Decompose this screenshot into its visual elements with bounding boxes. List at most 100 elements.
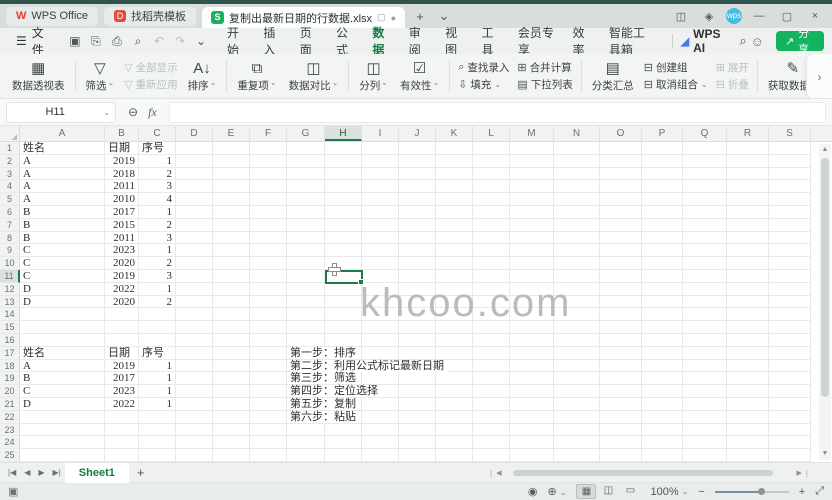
cell-E3[interactable] xyxy=(213,167,250,181)
cell-L16[interactable] xyxy=(473,333,510,347)
cell-G2[interactable] xyxy=(287,154,325,168)
cell-N24[interactable] xyxy=(554,436,600,450)
cell-N17[interactable] xyxy=(554,346,600,360)
cell-L24[interactable] xyxy=(473,436,510,450)
cell-K23[interactable] xyxy=(436,423,473,437)
cell-A20[interactable]: C xyxy=(20,385,105,398)
cell-E8[interactable] xyxy=(213,231,250,245)
cell-F4[interactable] xyxy=(250,180,287,194)
cell-K6[interactable] xyxy=(436,205,473,219)
cell-S13[interactable] xyxy=(769,295,811,309)
cell-S15[interactable] xyxy=(769,321,811,334)
toolbar-重复项[interactable]: ⧉ 重复项 ⌄ xyxy=(232,56,281,96)
cell-Q15[interactable] xyxy=(683,321,727,334)
cell-M3[interactable] xyxy=(510,167,554,181)
column-header-Q[interactable]: Q xyxy=(683,126,727,141)
minimize-button[interactable]: — xyxy=(748,10,770,22)
cell-F10[interactable] xyxy=(250,257,287,270)
toolbar-筛选[interactable]: ▽ 筛选 ⌄ xyxy=(81,56,120,96)
toolbar-查找录入[interactable]: ⌕ 查找录入 xyxy=(455,60,512,75)
cell-F1[interactable] xyxy=(250,142,287,155)
cell-L21[interactable] xyxy=(473,397,510,411)
sheet-tab-sheet1[interactable]: Sheet1 xyxy=(64,462,129,483)
cell-Q19[interactable] xyxy=(683,372,727,386)
row-header-15[interactable]: 15 xyxy=(0,321,20,334)
cell-K21[interactable] xyxy=(436,397,473,411)
cell-P13[interactable] xyxy=(642,295,683,309)
cell-S3[interactable] xyxy=(769,167,811,181)
cell-J8[interactable] xyxy=(399,231,436,245)
column-header-M[interactable]: M xyxy=(510,126,554,141)
cell-J4[interactable] xyxy=(399,180,436,194)
cell-S16[interactable] xyxy=(769,333,811,347)
cell-A22[interactable] xyxy=(20,410,105,424)
column-header-F[interactable]: F xyxy=(250,126,287,141)
cell-E5[interactable] xyxy=(213,193,250,206)
cell-G1[interactable] xyxy=(287,142,325,155)
cell-J22[interactable] xyxy=(399,410,436,424)
cell-O19[interactable] xyxy=(600,372,642,386)
cell-F19[interactable] xyxy=(250,372,287,386)
cell-B11[interactable]: 2019 xyxy=(105,269,139,283)
cell-R1[interactable] xyxy=(727,142,769,155)
cell-M2[interactable] xyxy=(510,154,554,168)
cell-D2[interactable] xyxy=(176,154,213,168)
cell-K16[interactable] xyxy=(436,333,473,347)
cell-N18[interactable] xyxy=(554,359,600,373)
cell-L17[interactable] xyxy=(473,346,510,360)
cell-D5[interactable] xyxy=(176,193,213,206)
vertical-scrollbar[interactable]: ▲ ▼ xyxy=(819,144,831,460)
select-all-corner[interactable] xyxy=(0,126,20,141)
cell-J24[interactable] xyxy=(399,436,436,450)
cell-C14[interactable] xyxy=(139,308,176,322)
cell-R19[interactable] xyxy=(727,372,769,386)
cell-O9[interactable] xyxy=(600,244,642,258)
cell-N22[interactable] xyxy=(554,410,600,424)
cell-E19[interactable] xyxy=(213,372,250,386)
cell-Q1[interactable] xyxy=(683,142,727,155)
cell-B18[interactable]: 2019 xyxy=(105,359,139,373)
scroll-right-icon[interactable]: ▶ xyxy=(797,469,802,477)
cell-B19[interactable]: 2017 xyxy=(105,372,139,386)
cell-R20[interactable] xyxy=(727,385,769,398)
vscroll-thumb[interactable] xyxy=(821,158,829,398)
cell-J2[interactable] xyxy=(399,154,436,168)
cell-S14[interactable] xyxy=(769,308,811,322)
cell-J17[interactable] xyxy=(399,346,436,360)
cell-D25[interactable] xyxy=(176,449,213,462)
zoom-level-control[interactable]: 100% ⌄ xyxy=(650,486,688,498)
cell-M8[interactable] xyxy=(510,231,554,245)
cell-S22[interactable] xyxy=(769,410,811,424)
qat-caret-icon[interactable]: ⌄ xyxy=(192,34,210,49)
hscroll-track[interactable] xyxy=(505,469,792,477)
cell-H25[interactable] xyxy=(325,449,362,462)
cell-G17[interactable]: 第一步：排序 xyxy=(287,346,360,360)
cell-S11[interactable] xyxy=(769,269,811,283)
cell-L3[interactable] xyxy=(473,167,510,181)
first-sheet-icon[interactable]: |◀ xyxy=(4,468,20,477)
cell-R23[interactable] xyxy=(727,423,769,437)
cell-A5[interactable]: A xyxy=(20,193,105,206)
cell-C10[interactable]: 2 xyxy=(139,257,176,270)
cell-I9[interactable] xyxy=(362,244,399,258)
cell-S4[interactable] xyxy=(769,180,811,194)
cell-B20[interactable]: 2023 xyxy=(105,385,139,398)
cell-Q9[interactable] xyxy=(683,244,727,258)
cell-I16[interactable] xyxy=(362,333,399,347)
page-view-button[interactable]: ▭ xyxy=(620,484,640,499)
cell-O7[interactable] xyxy=(600,218,642,232)
cell-N1[interactable] xyxy=(554,142,600,155)
cell-I21[interactable] xyxy=(362,397,399,411)
column-header-L[interactable]: L xyxy=(473,126,510,141)
cell-C24[interactable] xyxy=(139,436,176,450)
cell-A14[interactable] xyxy=(20,308,105,322)
toolbar-取消组合[interactable]: ⊟ 取消组合 ⌄ xyxy=(641,77,711,92)
cell-G13[interactable] xyxy=(287,295,325,309)
scroll-up-icon[interactable]: ▲ xyxy=(822,144,829,156)
last-sheet-icon[interactable]: ▶| xyxy=(49,468,65,477)
cell-J9[interactable] xyxy=(399,244,436,258)
cell-R9[interactable] xyxy=(727,244,769,258)
cell-E1[interactable] xyxy=(213,142,250,155)
cell-G19[interactable]: 第三步：筛选 xyxy=(287,372,360,386)
cell-C8[interactable]: 3 xyxy=(139,231,176,245)
